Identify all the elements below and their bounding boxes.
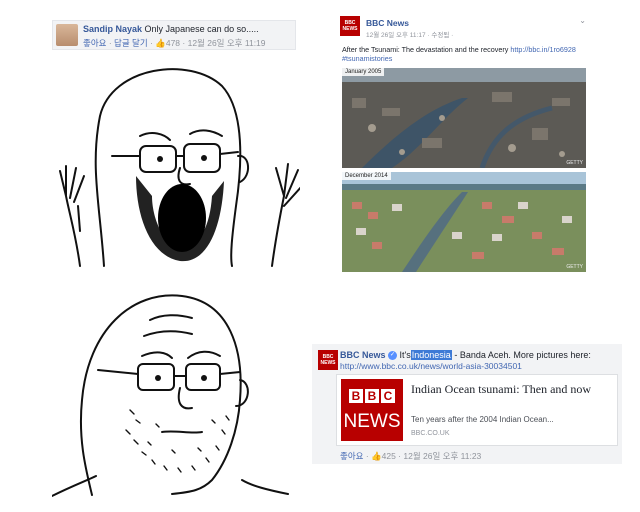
verified-badge-icon: ✓ [388, 351, 398, 361]
chevron-down-icon[interactable]: ⌄ [579, 16, 586, 25]
bbc-news-logo[interactable]: BBC NEWS [318, 350, 338, 370]
post-text: After the Tsunami: The devastation and t… [342, 45, 509, 54]
top-comment: Sandip Nayak Only Japanese can do so....… [52, 20, 296, 50]
recovery-aerial-image [342, 172, 586, 272]
card-title[interactable]: Indian Ocean tsunami: Then and now [411, 383, 611, 396]
photo-date-label: December 2014 [342, 172, 391, 180]
thumbs-up-icon: 👍 [155, 38, 166, 48]
like-link[interactable]: 좋아요 [83, 38, 106, 48]
photo-date-label: January 2005 [342, 68, 385, 76]
post-hashtag[interactable]: #tsunamistories [342, 54, 392, 63]
share-url[interactable]: http://www.bbc.co.uk/news/world-asia-300… [340, 361, 522, 371]
photo-credit: GETTY [566, 160, 583, 166]
comment-meta: 좋아요 · 답글 달기 · 👍478 · 12월 26일 오후 11:19 [83, 38, 266, 48]
share-header: BBC News ✓ It'sIndonesia - Banda Aceh. M… [340, 350, 591, 361]
like-count: 425 [381, 451, 396, 461]
comment-header: Sandip Nayak Only Japanese can do so....… [83, 24, 259, 34]
reply-link[interactable]: 답글 달기 [114, 38, 148, 48]
smug-wojak-illustration [52, 294, 289, 497]
post-text-block: After the Tsunami: The devastation and t… [342, 45, 588, 63]
photo-credit: GETTY [566, 264, 583, 270]
bbc-news-logo[interactable]: BBC NEWS [340, 16, 360, 36]
logo-letter: B [365, 389, 379, 403]
like-count: 478 [165, 38, 181, 48]
thumbs-up-icon: 👍 [371, 451, 382, 461]
photo-before[interactable]: January 2005 GETTY [342, 68, 586, 168]
commenter-avatar[interactable] [56, 24, 78, 46]
link-preview-card[interactable]: B B C NEWS Indian Ocean tsunami: Then an… [336, 374, 618, 446]
share-lead: It's [399, 350, 411, 360]
logo-letter: C [381, 389, 395, 403]
share-timestamp[interactable]: 12월 26일 오후 11:23 [403, 451, 481, 461]
devastation-aerial-image [342, 68, 586, 168]
share-text: - Banda Aceh. More pictures here: [454, 350, 591, 360]
excited-wojak-illustration [59, 68, 300, 267]
card-domain: BBC.CO.UK [411, 430, 450, 437]
commenter-name[interactable]: Sandip Nayak [83, 24, 142, 34]
logo-word: NEWS [343, 411, 401, 432]
bbc-news-post: BBC NEWS BBC News 12월 26일 오후 11:17 · 수정됨… [338, 12, 588, 274]
comment-text: Only Japanese can do so..... [144, 24, 259, 34]
page-name[interactable]: BBC News [366, 18, 409, 28]
comment-timestamp[interactable]: 12월 26일 오후 11:19 [188, 38, 266, 48]
card-description: Ten years after the 2004 Indian Ocean... [411, 415, 554, 424]
post-link[interactable]: http://bbc.in/1ro6928 [510, 45, 576, 54]
bbc-news-card-logo: B B C NEWS [341, 379, 403, 441]
logo-line-2: NEWS [342, 26, 358, 32]
logo-line-2: NEWS [320, 360, 336, 366]
page-name[interactable]: BBC News [340, 350, 386, 360]
like-link[interactable]: 좋아요 [340, 451, 363, 461]
post-timestamp[interactable]: 12월 26일 오후 11:17 · 수정됨 · [366, 29, 453, 39]
photo-after[interactable]: December 2014 GETTY [342, 172, 586, 272]
share-meta: 좋아요 · 👍425 · 12월 26일 오후 11:23 [340, 451, 482, 461]
highlighted-word: Indonesia [410, 350, 452, 360]
bbc-news-share-comment: BBC NEWS BBC News ✓ It'sIndonesia - Band… [312, 344, 622, 464]
logo-letter: B [349, 389, 363, 403]
